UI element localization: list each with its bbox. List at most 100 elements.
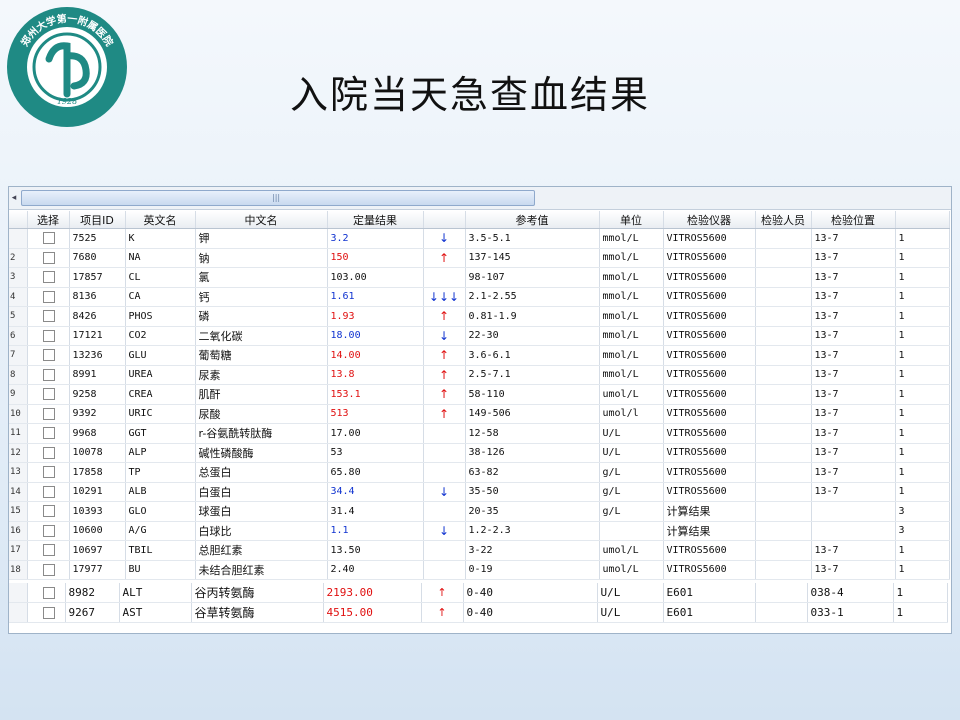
- select-cell[interactable]: [27, 560, 70, 580]
- header-reference[interactable]: 参考值: [465, 211, 600, 229]
- header-english-name[interactable]: 英文名: [125, 211, 196, 229]
- table-row[interactable]: 18 17977 BU 未结合胆红素 2.40 0-19 umol/L VITROS5600 1…: [9, 560, 950, 580]
- select-cell[interactable]: [27, 443, 70, 463]
- chinese-name: 球蛋白: [195, 501, 328, 522]
- staff: [755, 345, 812, 366]
- table-row[interactable]: 17 10697 TBIL 总胆红素 13.50 3-22 umol/L VITROS5600…: [9, 540, 950, 561]
- select-cell[interactable]: [27, 583, 66, 603]
- select-cell[interactable]: [27, 540, 70, 561]
- select-checkbox[interactable]: [42, 368, 55, 381]
- english-name: A/G: [125, 521, 196, 541]
- device: VITROS5600: [663, 404, 756, 424]
- header-chinese-name[interactable]: 中文名: [195, 211, 328, 229]
- header-select[interactable]: 选择: [27, 211, 70, 229]
- select-cell[interactable]: [27, 384, 70, 405]
- select-checkbox[interactable]: [42, 388, 55, 401]
- table-row[interactable]: 15 10393 GLO 球蛋白 31.4 20-35 g/L 计算结果 3: [9, 501, 950, 522]
- reference-range: 1.2-2.3: [465, 521, 600, 541]
- english-name: K: [125, 228, 196, 249]
- select-cell[interactable]: [27, 306, 70, 327]
- item-id: 7680: [69, 248, 126, 268]
- select-checkbox[interactable]: [42, 466, 55, 479]
- unit: mmol/L: [599, 267, 664, 288]
- table-row[interactable]: 13 17858 TP 总蛋白 65.80 63-82 g/L VITROS5600 13-7 1: [9, 462, 950, 483]
- select-cell[interactable]: [27, 482, 70, 502]
- select-checkbox[interactable]: [42, 544, 55, 557]
- select-cell[interactable]: [27, 326, 70, 346]
- select-checkbox[interactable]: [42, 446, 55, 459]
- select-checkbox[interactable]: [42, 407, 55, 420]
- select-checkbox[interactable]: [42, 524, 55, 537]
- header-flag[interactable]: [423, 211, 466, 229]
- position: 13-7: [811, 540, 896, 561]
- table-row[interactable]: 9 9258 CREA 肌酐 153.1 ↑ 58-110 umol/L VITROS5600 1…: [9, 384, 950, 405]
- extra-value: 1: [893, 583, 948, 603]
- header-item-id[interactable]: 项目ID: [69, 211, 126, 229]
- english-name: URIC: [125, 404, 196, 424]
- select-checkbox[interactable]: [42, 290, 55, 303]
- select-cell[interactable]: [27, 602, 66, 623]
- table-row[interactable]: 9267 AST 谷草转氨酶 4515.00 ↑ 0-40 U/L E601 033-1 1: [9, 602, 948, 623]
- select-checkbox[interactable]: [42, 251, 55, 264]
- staff: [755, 267, 812, 288]
- reference-range: 2.5-7.1: [465, 365, 600, 385]
- horizontal-scrollbar[interactable]: ◂ |||: [9, 187, 951, 210]
- chinese-name: 白蛋白: [195, 482, 328, 502]
- table-row[interactable]: 11 9968 GGT r-谷氨酰转肽酶 17.00 12-58 U/L VITROS5600…: [9, 423, 950, 444]
- select-checkbox[interactable]: [42, 329, 55, 342]
- header-unit[interactable]: 单位: [599, 211, 664, 229]
- select-cell[interactable]: [27, 248, 70, 268]
- header-staff[interactable]: 检验人员: [755, 211, 812, 229]
- table-row[interactable]: 10 9392 URIC 尿酸 513 ↑ 149-506 umol/l VITROS5600 1…: [9, 404, 950, 424]
- unit: mmol/L: [599, 248, 664, 268]
- chinese-name: 葡萄糖: [195, 345, 328, 366]
- select-checkbox[interactable]: [42, 349, 55, 362]
- select-cell[interactable]: [27, 423, 70, 444]
- header-extra[interactable]: [895, 211, 950, 229]
- row-number: 7: [9, 345, 28, 366]
- scroll-left-icon[interactable]: ◂: [9, 191, 19, 205]
- header-position[interactable]: 检验位置: [811, 211, 896, 229]
- select-checkbox[interactable]: [42, 271, 55, 284]
- header-device[interactable]: 检验仪器: [663, 211, 756, 229]
- select-cell[interactable]: [27, 365, 70, 385]
- table-row[interactable]: 6 17121 CO2 二氧化碳 18.00 ↓ 22-30 mmol/L VITROS5600…: [9, 326, 950, 346]
- row-number: 9: [9, 384, 28, 405]
- select-cell[interactable]: [27, 228, 70, 249]
- table-row[interactable]: 2 7680 NA 钠 150 ↑ 137-145 mmol/L VITROS5600 13-7 1: [9, 248, 950, 268]
- table-row[interactable]: 8982 ALT 谷丙转氨酶 2193.00 ↑ 0-40 U/L E601 038-4 1: [9, 583, 948, 603]
- table-row[interactable]: 12 10078 ALP 碱性磷酸酶 53 38-126 U/L VITROS5600 13-7…: [9, 443, 950, 463]
- select-checkbox[interactable]: [42, 427, 55, 440]
- extra-value: 3: [895, 501, 950, 522]
- row-number: [9, 602, 28, 623]
- select-checkbox[interactable]: [42, 232, 55, 245]
- unit: g/L: [599, 482, 664, 502]
- select-cell[interactable]: [27, 345, 70, 366]
- select-cell[interactable]: [27, 462, 70, 483]
- unit: mmol/L: [599, 365, 664, 385]
- select-checkbox[interactable]: [42, 607, 55, 619]
- extra-value: 3: [895, 521, 950, 541]
- table-row[interactable]: 3 17857 CL 氯 103.00 98-107 mmol/L VITROS5600 13-…: [9, 267, 950, 288]
- table-row[interactable]: 8 8991 UREA 尿素 13.8 ↑ 2.5-7.1 mmol/L VITROS5600 1…: [9, 365, 950, 385]
- select-cell[interactable]: [27, 521, 70, 541]
- table-row[interactable]: 16 10600 A/G 白球比 1.1 ↓ 1.2-2.3 计算结果 3: [9, 521, 950, 541]
- table-row[interactable]: 7 13236 GLU 葡萄糖 14.00 ↑ 3.6-6.1 mmol/L VITROS560…: [9, 345, 950, 366]
- header-result[interactable]: 定量结果: [327, 211, 424, 229]
- select-checkbox[interactable]: [42, 310, 55, 323]
- select-checkbox[interactable]: [42, 485, 55, 498]
- table-row[interactable]: 14 10291 ALB 白蛋白 34.4 ↓ 35-50 g/L VITROS5600 13-7…: [9, 482, 950, 502]
- select-cell[interactable]: [27, 404, 70, 424]
- arrow-up-icon: ↑: [421, 602, 464, 623]
- table-row[interactable]: 7525 K 钾 3.2 ↓ 3.5-5.1 mmol/L VITROS5600 13-7 1: [9, 228, 950, 249]
- select-checkbox[interactable]: [42, 505, 55, 518]
- select-checkbox[interactable]: [42, 563, 55, 576]
- scrollbar-thumb[interactable]: |||: [21, 190, 535, 206]
- device: VITROS5600: [663, 384, 756, 405]
- table-row[interactable]: 4 8136 CA 钙 1.61 ↓↓↓ 2.1-2.55 mmol/L VITROS5600 1…: [9, 287, 950, 307]
- table-row[interactable]: 5 8426 PHOS 磷 1.93 ↑ 0.81-1.9 mmol/L VITROS5600 1…: [9, 306, 950, 327]
- select-checkbox[interactable]: [42, 587, 55, 599]
- select-cell[interactable]: [27, 501, 70, 522]
- select-cell[interactable]: [27, 267, 70, 288]
- select-cell[interactable]: [27, 287, 70, 307]
